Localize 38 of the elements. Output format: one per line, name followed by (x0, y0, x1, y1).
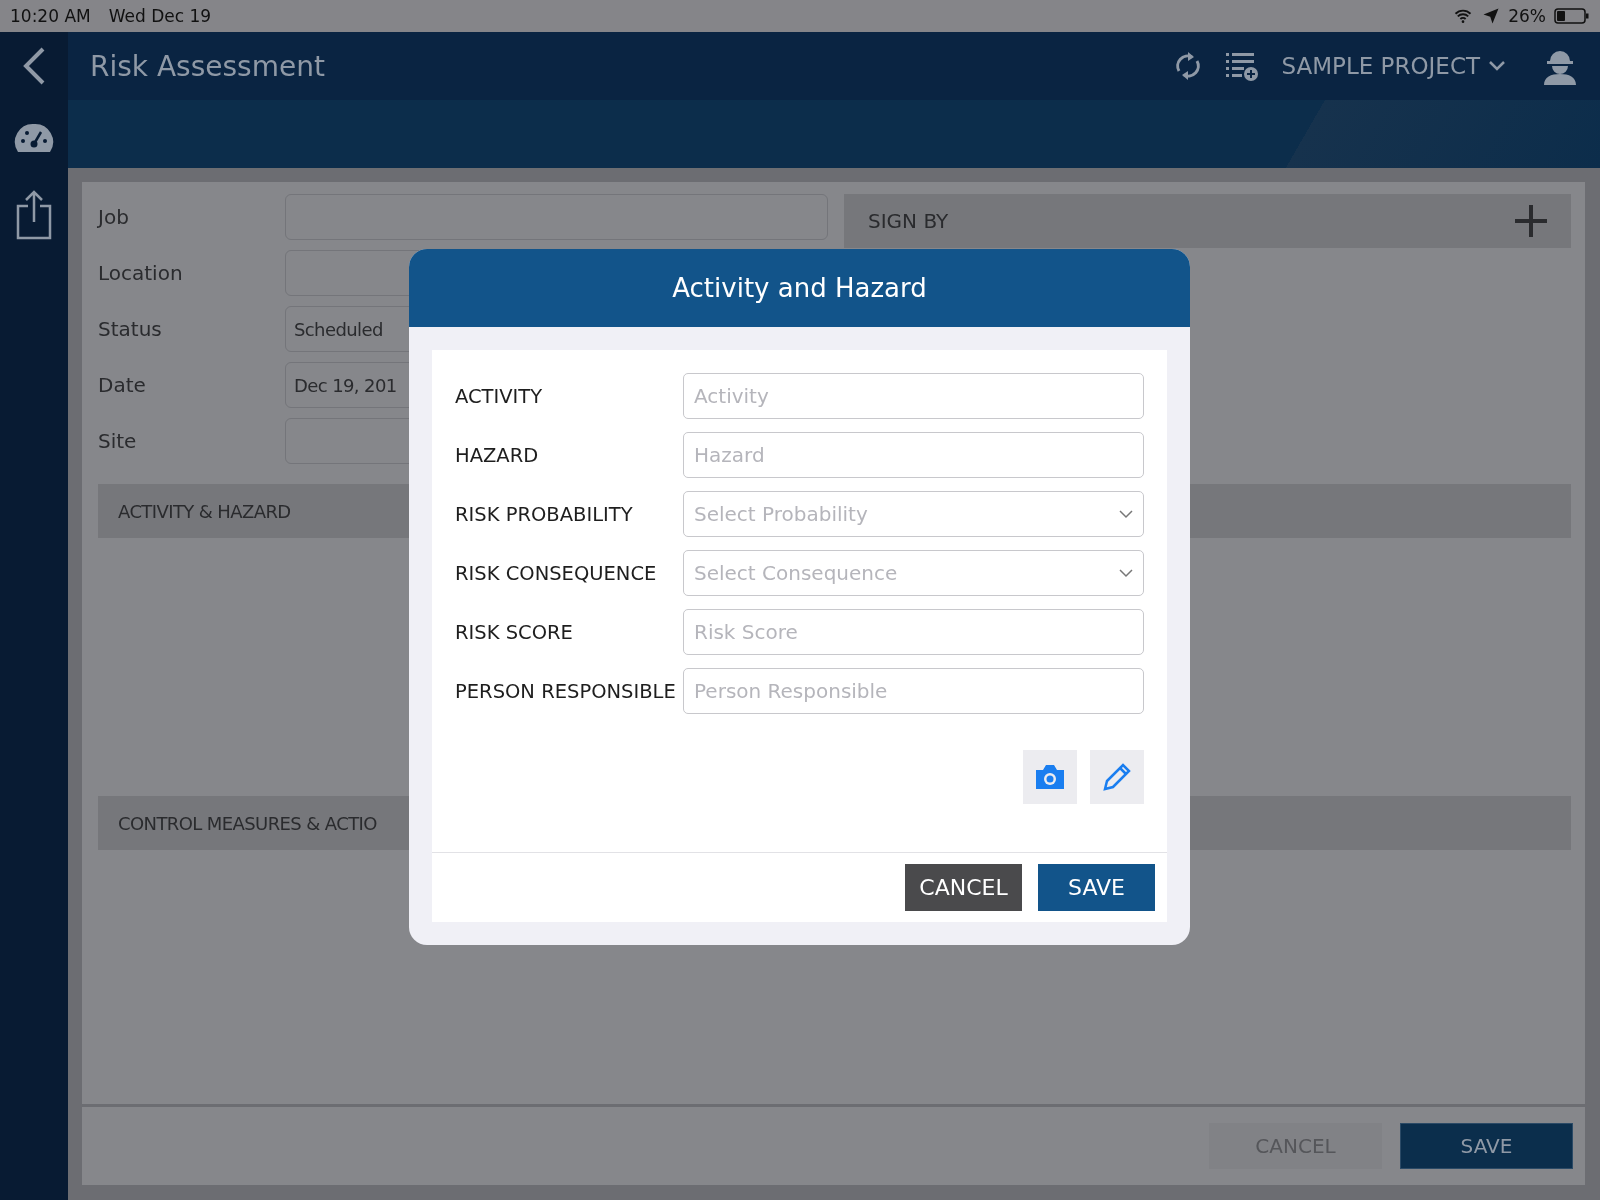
field-label: RISK SCORE (455, 620, 574, 644)
pencil-icon (1101, 761, 1133, 793)
cancel-button[interactable]: CANCEL (905, 864, 1022, 911)
save-button[interactable]: SAVE (1038, 864, 1155, 911)
status-time: 10:20 AM (10, 6, 91, 26)
field-label: Site (98, 429, 138, 453)
location-arrow-icon (1482, 7, 1501, 25)
save-button[interactable]: SAVE (1400, 1123, 1573, 1169)
sign-by-label: SIGN BY (868, 209, 949, 233)
field-label: Date (98, 373, 147, 397)
edit-button[interactable] (1090, 750, 1144, 804)
field-label: Status (98, 317, 163, 341)
chevron-down-icon (1119, 509, 1133, 519)
chevron-down-icon (1119, 568, 1133, 578)
camera-icon (1033, 763, 1067, 791)
chevron-down-icon (1488, 60, 1506, 72)
list-add-icon[interactable] (1225, 50, 1260, 82)
page-title: Risk Assessment (90, 49, 326, 83)
field-label: RISK PROBABILITY (455, 502, 634, 526)
field-label: ACTIVITY (455, 384, 544, 408)
input-field[interactable]: Person Responsible (683, 668, 1144, 714)
battery-icon (1554, 7, 1590, 25)
field-label: RISK CONSEQUENCE (455, 561, 658, 585)
status-date: Wed Dec 19 (108, 6, 212, 26)
input-field[interactable]: Hazard (683, 432, 1144, 478)
field-label: Job (98, 205, 130, 229)
input-field[interactable]: Activity (683, 373, 1144, 419)
project-selector[interactable]: SAMPLE PROJECT (1281, 53, 1506, 79)
camera-button[interactable] (1023, 750, 1077, 804)
field-label: PERSON RESPONSIBLE (455, 679, 677, 703)
input-field[interactable]: Risk Score (683, 609, 1144, 655)
add-icon[interactable] (1515, 205, 1547, 237)
back-icon[interactable] (21, 46, 47, 86)
field-label: Location (98, 261, 184, 285)
share-icon[interactable] (16, 190, 52, 240)
field-label: HAZARD (455, 443, 540, 467)
dialog-title: Activity and Hazard (409, 249, 1190, 327)
battery-percentage: 26% (1508, 6, 1546, 26)
